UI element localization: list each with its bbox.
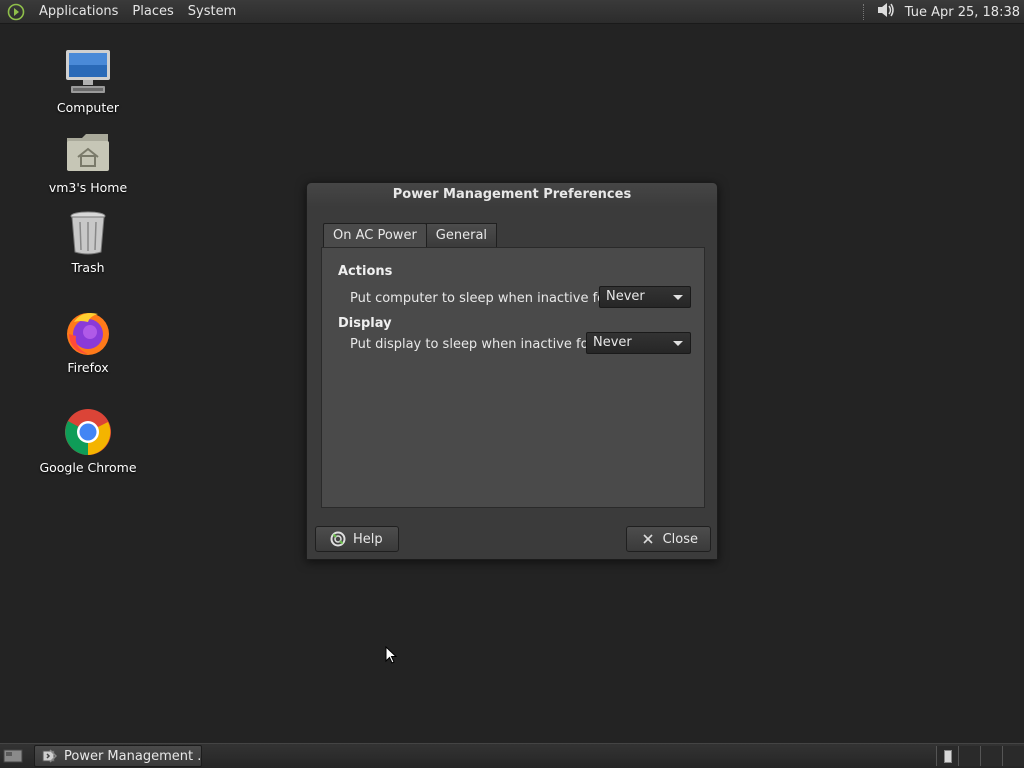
workspace-1[interactable] <box>936 746 958 766</box>
tab-general[interactable]: General <box>425 223 498 248</box>
close-button[interactable]: Close <box>626 526 711 552</box>
firefox-icon <box>62 306 114 358</box>
clock[interactable]: Tue Apr 25, 18:38 <box>897 5 1024 20</box>
workspace-4[interactable] <box>1002 746 1024 766</box>
tray-separator <box>862 4 869 20</box>
help-icon <box>330 531 346 547</box>
computer-sleep-label: Put computer to sleep when inactive for: <box>350 291 615 306</box>
desktop-icon-firefox[interactable]: Firefox <box>33 306 143 375</box>
taskbar-window-button[interactable]: Power Management ... <box>34 745 202 767</box>
tab-on-ac-power[interactable]: On AC Power <box>323 223 427 249</box>
display-sleep-select[interactable]: Never <box>586 332 691 354</box>
desktop-icon-label: Trash <box>71 260 105 275</box>
desktop-icon-chrome[interactable]: Google Chrome <box>33 406 143 475</box>
desktop-icon-label: Firefox <box>67 360 109 375</box>
desktop-icon-computer[interactable]: Computer <box>33 46 143 115</box>
window-thumbnail-icon <box>943 749 952 763</box>
places-menu[interactable]: Places <box>125 4 180 19</box>
applications-menu-logo-icon[interactable] <box>6 2 26 22</box>
power-preferences-icon <box>41 748 58 764</box>
chevron-down-icon <box>673 341 683 346</box>
chrome-icon <box>62 406 114 458</box>
desktop-icon-label: vm3's Home <box>48 180 128 195</box>
bottom-panel: Power Management ... <box>0 743 1024 768</box>
volume-icon[interactable] <box>875 0 897 24</box>
desktop-icon-trash[interactable]: Trash <box>33 206 143 275</box>
computer-icon <box>62 46 114 98</box>
desktop-icon-label: Computer <box>56 100 120 115</box>
tab-panel-on-ac-power: Actions Put computer to sleep when inact… <box>321 247 705 508</box>
workspace-2[interactable] <box>958 746 980 766</box>
help-button-label: Help <box>353 531 383 547</box>
computer-sleep-select[interactable]: Never <box>599 286 691 308</box>
power-management-dialog: Power Management Preferences On AC Power… <box>306 182 718 560</box>
close-button-label: Close <box>662 531 698 547</box>
display-heading: Display <box>338 316 392 331</box>
trash-icon <box>62 206 114 258</box>
workspace-switcher <box>936 746 1024 766</box>
help-button[interactable]: Help <box>315 526 399 552</box>
close-icon <box>641 531 656 547</box>
tab-bar: On AC Power General <box>323 223 498 249</box>
mouse-cursor-icon <box>385 645 398 668</box>
system-tray: Tue Apr 25, 18:38 <box>862 0 1024 24</box>
taskbar-window-label: Power Management ... <box>64 748 202 764</box>
applications-menu[interactable]: Applications <box>32 4 125 19</box>
top-panel: Applications Places System Tue Apr 25, 1… <box>0 0 1024 24</box>
desktop-icon-home[interactable]: vm3's Home <box>33 126 143 195</box>
show-desktop-icon[interactable] <box>2 747 24 765</box>
display-sleep-label: Put display to sleep when inactive for: <box>350 337 599 352</box>
desktop-icon-label: Google Chrome <box>39 460 137 475</box>
computer-sleep-value: Never <box>606 289 645 304</box>
chevron-down-icon <box>673 295 683 300</box>
home-folder-icon <box>62 126 114 178</box>
workspace-3[interactable] <box>980 746 1002 766</box>
display-sleep-value: Never <box>593 335 632 350</box>
actions-heading: Actions <box>338 264 393 279</box>
dialog-title[interactable]: Power Management Preferences <box>307 183 717 207</box>
system-menu[interactable]: System <box>181 4 243 19</box>
